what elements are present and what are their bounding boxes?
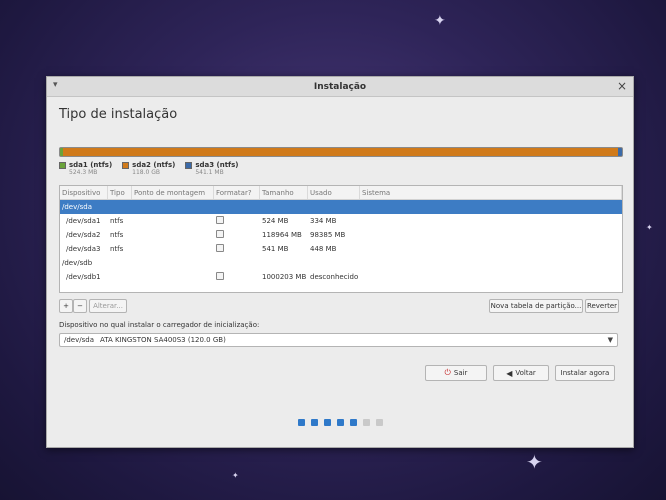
quit-button[interactable]: ⏻ Sair <box>425 365 487 381</box>
format-checkbox[interactable] <box>216 244 224 252</box>
installer-window: ▾ Instalação × Tipo de instalação sda1 (… <box>46 76 634 448</box>
change-partition-button[interactable]: Alterar... <box>89 299 127 313</box>
add-partition-button[interactable]: + <box>59 299 73 313</box>
partition-bar <box>59 147 623 157</box>
partition-segment-sda3 <box>618 148 622 156</box>
swatch-icon <box>122 161 130 169</box>
swatch-icon <box>59 161 66 169</box>
revert-button[interactable]: Reverter <box>585 299 619 313</box>
column-header[interactable]: Sistema <box>360 186 622 199</box>
column-header[interactable]: Usado <box>308 186 360 199</box>
column-header[interactable]: Formatar? <box>214 186 260 199</box>
progress-dot <box>298 419 305 426</box>
progress-dots <box>298 419 383 426</box>
star-decoration: ✦ <box>526 450 543 474</box>
table-row[interactable]: /dev/sda1 ntfs 524 MB 334 MB <box>60 214 622 228</box>
partition-toolbar: + − Alterar... Nova tabela de partição..… <box>59 299 623 315</box>
format-checkbox[interactable] <box>216 272 224 280</box>
partition-legend: sda1 (ntfs) 524.3 MB sda2 (ntfs) 118.0 G… <box>59 161 238 176</box>
column-header[interactable]: Tamanho <box>260 186 308 199</box>
back-button[interactable]: ◀ Voltar <box>493 365 549 381</box>
table-header: Dispositivo Tipo Ponto de montagem Forma… <box>60 186 622 200</box>
bootloader-device-select[interactable]: /dev/sda ATA KINGSTON SA400S3 (120.0 GB)… <box>59 333 618 347</box>
column-header[interactable]: Ponto de montagem <box>132 186 214 199</box>
window-title: Instalação <box>313 81 367 92</box>
progress-dot <box>337 419 344 426</box>
window-menu-icon[interactable]: ▾ <box>53 80 58 90</box>
install-now-button[interactable]: Instalar agora <box>555 365 615 381</box>
new-partition-table-button[interactable]: Nova tabela de partição... <box>489 299 583 313</box>
star-decoration: ✦ <box>646 223 653 232</box>
partition-segment-sda1 <box>60 148 63 156</box>
chevron-down-icon: ▼ <box>607 336 613 344</box>
progress-dot <box>376 419 383 426</box>
progress-dot <box>311 419 318 426</box>
table-row[interactable]: /dev/sda3 ntfs 541 MB 448 MB <box>60 242 622 256</box>
bootloader-description: ATA KINGSTON SA400S3 (120.0 GB) <box>100 336 226 344</box>
legend-item-sda2: sda2 (ntfs) 118.0 GB <box>122 161 175 176</box>
format-checkbox[interactable] <box>216 216 224 224</box>
table-row[interactable]: /dev/sda2 ntfs 118964 MB 98385 MB <box>60 228 622 242</box>
column-header[interactable]: Tipo <box>108 186 132 199</box>
progress-dot <box>350 419 357 426</box>
table-row[interactable]: /dev/sdb <box>60 256 622 270</box>
table-row[interactable]: /dev/sdb1 1000203 MB desconhecido <box>60 270 622 284</box>
close-icon[interactable]: × <box>617 79 627 93</box>
page-title: Tipo de instalação <box>59 107 178 122</box>
column-header[interactable]: Dispositivo <box>60 186 108 199</box>
power-icon: ⏻ <box>444 368 451 377</box>
legend-item-sda3: sda3 (ntfs) 541.1 MB <box>185 161 238 176</box>
swatch-icon <box>185 161 193 169</box>
remove-partition-button[interactable]: − <box>73 299 87 313</box>
legend-item-sda1: sda1 (ntfs) 524.3 MB <box>59 161 112 176</box>
bootloader-device: /dev/sda <box>64 336 94 344</box>
partition-table: Dispositivo Tipo Ponto de montagem Forma… <box>59 185 623 293</box>
format-checkbox[interactable] <box>216 230 224 238</box>
progress-dot <box>324 419 331 426</box>
arrow-left-icon: ◀ <box>506 368 513 378</box>
table-row[interactable]: /dev/sda <box>60 200 622 214</box>
progress-dot <box>363 419 370 426</box>
star-decoration: ✦ <box>232 471 239 480</box>
bootloader-label: Dispositivo no qual instalar o carregado… <box>59 321 260 329</box>
title-bar: ▾ Instalação × <box>47 77 633 97</box>
star-decoration: ✦ <box>434 13 446 29</box>
